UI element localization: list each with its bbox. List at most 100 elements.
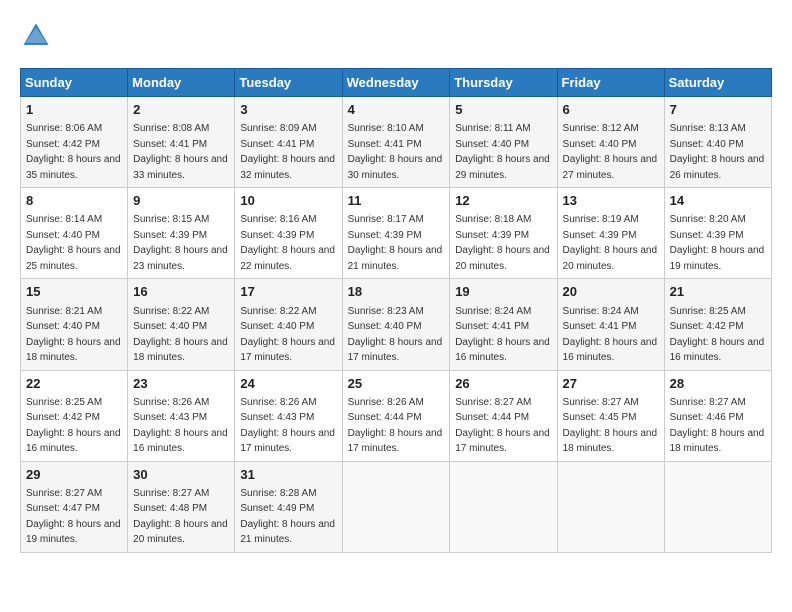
week-row-3: 15 Sunrise: 8:21 AMSunset: 4:40 PMDaylig…: [21, 279, 772, 370]
week-row-4: 22 Sunrise: 8:25 AMSunset: 4:42 PMDaylig…: [21, 370, 772, 461]
day-info: Sunrise: 8:10 AMSunset: 4:41 PMDaylight:…: [348, 123, 443, 181]
day-number: 20: [563, 283, 659, 301]
day-cell: 9 Sunrise: 8:15 AMSunset: 4:39 PMDayligh…: [128, 188, 235, 279]
header-saturday: Saturday: [664, 69, 771, 97]
logo: [20, 20, 56, 52]
day-cell: 23 Sunrise: 8:26 AMSunset: 4:43 PMDaylig…: [128, 370, 235, 461]
header-tuesday: Tuesday: [235, 69, 342, 97]
day-cell: [664, 461, 771, 552]
day-number: 26: [455, 375, 551, 393]
day-cell: 16 Sunrise: 8:22 AMSunset: 4:40 PMDaylig…: [128, 279, 235, 370]
day-number: 1: [26, 101, 122, 119]
day-number: 4: [348, 101, 445, 119]
day-info: Sunrise: 8:14 AMSunset: 4:40 PMDaylight:…: [26, 214, 121, 272]
day-number: 31: [240, 466, 336, 484]
day-info: Sunrise: 8:26 AMSunset: 4:44 PMDaylight:…: [348, 397, 443, 455]
day-cell: 5 Sunrise: 8:11 AMSunset: 4:40 PMDayligh…: [450, 97, 557, 188]
day-number: 14: [670, 192, 766, 210]
day-number: 21: [670, 283, 766, 301]
day-info: Sunrise: 8:24 AMSunset: 4:41 PMDaylight:…: [455, 306, 550, 364]
day-number: 27: [563, 375, 659, 393]
day-cell: 8 Sunrise: 8:14 AMSunset: 4:40 PMDayligh…: [21, 188, 128, 279]
day-info: Sunrise: 8:06 AMSunset: 4:42 PMDaylight:…: [26, 123, 121, 181]
day-info: Sunrise: 8:18 AMSunset: 4:39 PMDaylight:…: [455, 214, 550, 272]
day-number: 30: [133, 466, 229, 484]
day-info: Sunrise: 8:19 AMSunset: 4:39 PMDaylight:…: [563, 214, 658, 272]
day-cell: 21 Sunrise: 8:25 AMSunset: 4:42 PMDaylig…: [664, 279, 771, 370]
day-cell: 7 Sunrise: 8:13 AMSunset: 4:40 PMDayligh…: [664, 97, 771, 188]
day-info: Sunrise: 8:26 AMSunset: 4:43 PMDaylight:…: [240, 397, 335, 455]
day-cell: 29 Sunrise: 8:27 AMSunset: 4:47 PMDaylig…: [21, 461, 128, 552]
day-cell: 18 Sunrise: 8:23 AMSunset: 4:40 PMDaylig…: [342, 279, 450, 370]
day-number: 8: [26, 192, 122, 210]
day-number: 28: [670, 375, 766, 393]
header-wednesday: Wednesday: [342, 69, 450, 97]
day-number: 23: [133, 375, 229, 393]
day-number: 10: [240, 192, 336, 210]
day-number: 29: [26, 466, 122, 484]
day-cell: 13 Sunrise: 8:19 AMSunset: 4:39 PMDaylig…: [557, 188, 664, 279]
day-number: 11: [348, 192, 445, 210]
day-cell: 19 Sunrise: 8:24 AMSunset: 4:41 PMDaylig…: [450, 279, 557, 370]
day-cell: 12 Sunrise: 8:18 AMSunset: 4:39 PMDaylig…: [450, 188, 557, 279]
day-number: 9: [133, 192, 229, 210]
day-number: 22: [26, 375, 122, 393]
day-number: 2: [133, 101, 229, 119]
day-number: 19: [455, 283, 551, 301]
day-cell: 14 Sunrise: 8:20 AMSunset: 4:39 PMDaylig…: [664, 188, 771, 279]
day-number: 25: [348, 375, 445, 393]
day-number: 13: [563, 192, 659, 210]
day-cell: 28 Sunrise: 8:27 AMSunset: 4:46 PMDaylig…: [664, 370, 771, 461]
day-info: Sunrise: 8:12 AMSunset: 4:40 PMDaylight:…: [563, 123, 658, 181]
day-info: Sunrise: 8:08 AMSunset: 4:41 PMDaylight:…: [133, 123, 228, 181]
week-row-2: 8 Sunrise: 8:14 AMSunset: 4:40 PMDayligh…: [21, 188, 772, 279]
day-info: Sunrise: 8:27 AMSunset: 4:47 PMDaylight:…: [26, 488, 121, 546]
day-number: 7: [670, 101, 766, 119]
calendar-header-row: SundayMondayTuesdayWednesdayThursdayFrid…: [21, 69, 772, 97]
day-cell: [557, 461, 664, 552]
day-cell: 17 Sunrise: 8:22 AMSunset: 4:40 PMDaylig…: [235, 279, 342, 370]
day-info: Sunrise: 8:21 AMSunset: 4:40 PMDaylight:…: [26, 306, 121, 364]
day-cell: 24 Sunrise: 8:26 AMSunset: 4:43 PMDaylig…: [235, 370, 342, 461]
calendar-table: SundayMondayTuesdayWednesdayThursdayFrid…: [20, 68, 772, 553]
day-info: Sunrise: 8:16 AMSunset: 4:39 PMDaylight:…: [240, 214, 335, 272]
day-cell: 22 Sunrise: 8:25 AMSunset: 4:42 PMDaylig…: [21, 370, 128, 461]
day-cell: 2 Sunrise: 8:08 AMSunset: 4:41 PMDayligh…: [128, 97, 235, 188]
day-info: Sunrise: 8:15 AMSunset: 4:39 PMDaylight:…: [133, 214, 228, 272]
day-number: 16: [133, 283, 229, 301]
day-cell: 26 Sunrise: 8:27 AMSunset: 4:44 PMDaylig…: [450, 370, 557, 461]
week-row-1: 1 Sunrise: 8:06 AMSunset: 4:42 PMDayligh…: [21, 97, 772, 188]
logo-icon: [20, 20, 52, 52]
day-cell: 25 Sunrise: 8:26 AMSunset: 4:44 PMDaylig…: [342, 370, 450, 461]
day-info: Sunrise: 8:27 AMSunset: 4:44 PMDaylight:…: [455, 397, 550, 455]
day-number: 17: [240, 283, 336, 301]
day-cell: [450, 461, 557, 552]
day-info: Sunrise: 8:13 AMSunset: 4:40 PMDaylight:…: [670, 123, 765, 181]
day-info: Sunrise: 8:25 AMSunset: 4:42 PMDaylight:…: [26, 397, 121, 455]
day-info: Sunrise: 8:11 AMSunset: 4:40 PMDaylight:…: [455, 123, 550, 181]
header-friday: Friday: [557, 69, 664, 97]
day-info: Sunrise: 8:23 AMSunset: 4:40 PMDaylight:…: [348, 306, 443, 364]
day-info: Sunrise: 8:26 AMSunset: 4:43 PMDaylight:…: [133, 397, 228, 455]
day-number: 3: [240, 101, 336, 119]
day-cell: 20 Sunrise: 8:24 AMSunset: 4:41 PMDaylig…: [557, 279, 664, 370]
day-info: Sunrise: 8:17 AMSunset: 4:39 PMDaylight:…: [348, 214, 443, 272]
week-row-5: 29 Sunrise: 8:27 AMSunset: 4:47 PMDaylig…: [21, 461, 772, 552]
day-info: Sunrise: 8:25 AMSunset: 4:42 PMDaylight:…: [670, 306, 765, 364]
day-info: Sunrise: 8:22 AMSunset: 4:40 PMDaylight:…: [240, 306, 335, 364]
day-info: Sunrise: 8:27 AMSunset: 4:45 PMDaylight:…: [563, 397, 658, 455]
day-info: Sunrise: 8:09 AMSunset: 4:41 PMDaylight:…: [240, 123, 335, 181]
day-cell: 4 Sunrise: 8:10 AMSunset: 4:41 PMDayligh…: [342, 97, 450, 188]
day-cell: 27 Sunrise: 8:27 AMSunset: 4:45 PMDaylig…: [557, 370, 664, 461]
day-info: Sunrise: 8:24 AMSunset: 4:41 PMDaylight:…: [563, 306, 658, 364]
day-cell: 10 Sunrise: 8:16 AMSunset: 4:39 PMDaylig…: [235, 188, 342, 279]
day-number: 15: [26, 283, 122, 301]
day-number: 24: [240, 375, 336, 393]
day-number: 18: [348, 283, 445, 301]
day-cell: 3 Sunrise: 8:09 AMSunset: 4:41 PMDayligh…: [235, 97, 342, 188]
day-cell: 6 Sunrise: 8:12 AMSunset: 4:40 PMDayligh…: [557, 97, 664, 188]
header-sunday: Sunday: [21, 69, 128, 97]
day-number: 5: [455, 101, 551, 119]
header-thursday: Thursday: [450, 69, 557, 97]
day-number: 12: [455, 192, 551, 210]
